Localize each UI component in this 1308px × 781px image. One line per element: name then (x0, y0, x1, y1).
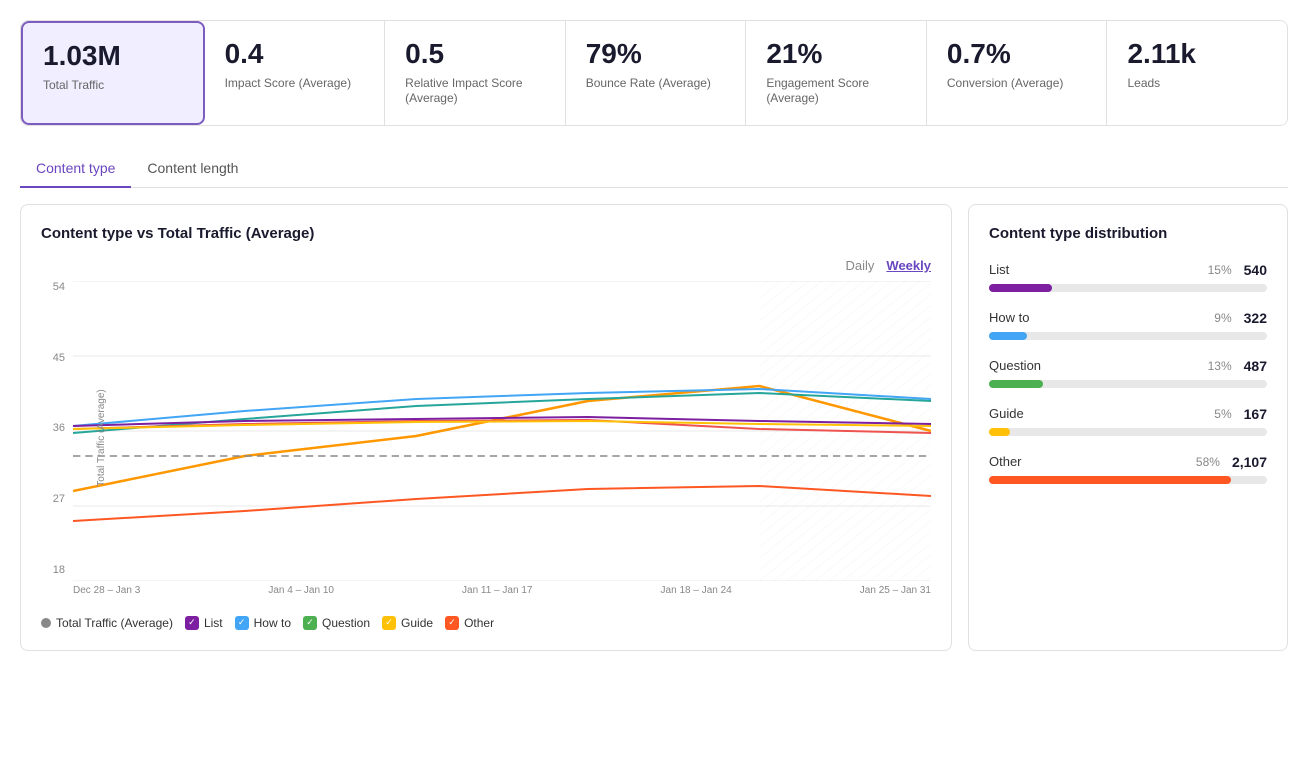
legend-item-list: ✓List (185, 616, 223, 630)
metric-relative-impact[interactable]: 0.5Relative Impact Score (Average) (385, 21, 566, 125)
tab-content-length[interactable]: Content length (131, 150, 254, 188)
chart-control-weekly[interactable]: Weekly (886, 258, 931, 273)
progress-bg-list (989, 284, 1267, 292)
y-axis-label: Total Traffic (Average) (96, 390, 107, 487)
progress-bg-other (989, 476, 1267, 484)
x-axis-labels: Dec 28 – Jan 3Jan 4 – Jan 10Jan 11 – Jan… (73, 585, 931, 596)
dist-item-how-to: How to 9% 322 (989, 310, 1267, 340)
legend-item-guide: ✓Guide (382, 616, 433, 630)
page: 1.03MTotal Traffic0.4Impact Score (Avera… (0, 0, 1308, 781)
metric-bounce-rate[interactable]: 79%Bounce Rate (Average) (566, 21, 747, 125)
progress-fill-other (989, 476, 1231, 484)
dist-item-question: Question 13% 487 (989, 358, 1267, 388)
legend-item-total-traffic-avg: Total Traffic (Average) (41, 616, 173, 630)
legend-check-guide[interactable]: ✓ (382, 616, 396, 630)
chart-legend: Total Traffic (Average) ✓List ✓How to ✓Ques… (41, 608, 931, 630)
dist-item-list: List 15% 540 (989, 262, 1267, 292)
legend-check-question[interactable]: ✓ (303, 616, 317, 630)
metric-leads[interactable]: 2.11kLeads (1107, 21, 1287, 125)
metric-engagement-score[interactable]: 21%Engagement Score (Average) (746, 21, 927, 125)
progress-fill-question (989, 380, 1043, 388)
dist-item-guide: Guide 5% 167 (989, 406, 1267, 436)
chart-controls: Daily Weekly (41, 258, 931, 273)
legend-item-question: ✓Question (303, 616, 370, 630)
progress-bg-question (989, 380, 1267, 388)
legend-check-list[interactable]: ✓ (185, 616, 199, 630)
legend-item-other: ✓Other (445, 616, 494, 630)
legend-item-how-to: ✓How to (235, 616, 291, 630)
metric-total-traffic[interactable]: 1.03MTotal Traffic (21, 21, 205, 125)
progress-fill-guide (989, 428, 1010, 436)
chart-panel: Content type vs Total Traffic (Average) … (20, 204, 952, 651)
chart-control-daily[interactable]: Daily (846, 258, 875, 273)
metric-conversion[interactable]: 0.7%Conversion (Average) (927, 21, 1108, 125)
legend-check-other[interactable]: ✓ (445, 616, 459, 630)
dist-item-other: Other 58% 2,107 (989, 454, 1267, 484)
tab-content-type[interactable]: Content type (20, 150, 131, 188)
progress-bg-how-to (989, 332, 1267, 340)
chart-title: Content type vs Total Traffic (Average) (41, 225, 931, 242)
progress-bg-guide (989, 428, 1267, 436)
metric-impact-score[interactable]: 0.4Impact Score (Average) (205, 21, 386, 125)
metrics-bar: 1.03MTotal Traffic0.4Impact Score (Avera… (20, 20, 1288, 126)
distribution-panel: Content type distribution List 15% 540 H… (968, 204, 1288, 651)
main-content: Content type vs Total Traffic (Average) … (20, 204, 1288, 651)
y-axis: 54 45 36 27 18 (41, 281, 73, 596)
tabs-container: Content typeContent length (20, 150, 1288, 188)
chart-svg (73, 281, 931, 581)
distribution-title: Content type distribution (989, 225, 1267, 242)
legend-dot-total-traffic-avg (41, 618, 51, 628)
progress-fill-list (989, 284, 1052, 292)
legend-check-how-to[interactable]: ✓ (235, 616, 249, 630)
progress-fill-how-to (989, 332, 1027, 340)
